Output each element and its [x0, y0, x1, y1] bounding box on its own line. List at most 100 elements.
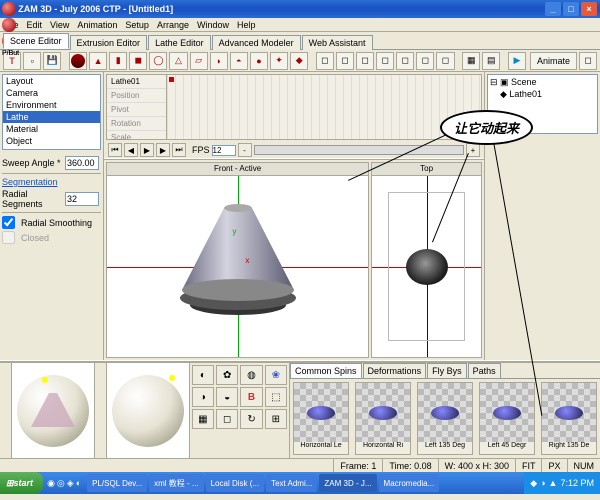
taskbar-app[interactable]: ZAM 3D - J... [319, 474, 376, 492]
tool-play[interactable]: ▶ [508, 52, 526, 70]
taskbar-app[interactable]: PL/SQL Dev... [87, 474, 147, 492]
taskbar-app[interactable]: Macromedia... [379, 474, 439, 492]
primitive-torus[interactable]: ◯ [149, 52, 167, 70]
spin-preset[interactable]: Horizontal Ri [355, 382, 411, 455]
tree-child[interactable]: ◆ Lathe01 [490, 88, 595, 101]
taskbar-app[interactable]: xml 教程 - ... [149, 474, 203, 492]
track-label[interactable]: Position [107, 89, 166, 103]
tool-extra-7[interactable]: ◻ [436, 52, 454, 70]
fps-input[interactable] [212, 145, 236, 156]
track-label[interactable]: Pivot [107, 103, 166, 117]
tab-web-assistant[interactable]: Web Assistant [302, 35, 373, 50]
tab-scene-editor[interactable]: Scene Editor [3, 33, 69, 49]
mtool[interactable]: ◍ [240, 365, 262, 385]
tl-scrollbar[interactable] [254, 145, 464, 155]
list-item[interactable]: Camera [3, 87, 100, 99]
list-item-selected[interactable]: Lathe [3, 111, 100, 123]
light-marker[interactable] [42, 377, 48, 383]
tool-extra-3[interactable]: ◻ [356, 52, 374, 70]
timeline-object[interactable]: Lathe01 [107, 75, 166, 89]
tray-icon[interactable]: ◑ [540, 478, 545, 488]
segmentation-header[interactable]: Segmentation [2, 177, 101, 187]
menu-setup[interactable]: Setup [125, 20, 149, 30]
light-marker[interactable] [169, 375, 175, 381]
status-px[interactable]: PX [541, 459, 566, 472]
mtool[interactable]: ◑ [192, 387, 214, 407]
menu-window[interactable]: Window [197, 20, 229, 30]
preview-sphere-2[interactable] [107, 363, 190, 458]
tray-icon[interactable]: ◆ [530, 478, 537, 489]
tab-advanced-modeler[interactable]: Advanced Modeler [212, 35, 301, 50]
start-button[interactable]: ⊞ start [0, 472, 43, 494]
menu-help[interactable]: Help [237, 20, 256, 30]
primitive-cube[interactable]: ◼ [129, 52, 147, 70]
mtool[interactable]: ◻ [216, 409, 238, 429]
close-button[interactable]: × [581, 2, 597, 16]
minimize-button[interactable]: _ [545, 2, 561, 16]
mtool[interactable]: ◐ [192, 365, 214, 385]
primitive-cone[interactable]: ▲ [89, 52, 107, 70]
status-fit[interactable]: FIT [515, 459, 542, 472]
maximize-button[interactable]: □ [563, 2, 579, 16]
menu-edit[interactable]: Edit [27, 20, 43, 30]
menu-animation[interactable]: Animation [77, 20, 117, 30]
tool-extra-1[interactable]: ◻ [316, 52, 334, 70]
viewport-front[interactable]: Front - Active x y [106, 162, 369, 358]
tl-next[interactable]: ▶ [156, 143, 170, 157]
tl-first[interactable]: ⏮ [108, 143, 122, 157]
primitive-plane[interactable]: ▱ [190, 52, 208, 70]
spin-preset[interactable]: Left 135 Deg [417, 382, 473, 455]
animate-button[interactable]: Animate [530, 52, 577, 70]
mtool[interactable]: ◒ [216, 387, 238, 407]
tool-layout-1[interactable]: ▦ [462, 52, 480, 70]
tl-play[interactable]: ▶ [140, 143, 154, 157]
tool-extra-6[interactable]: ◻ [416, 52, 434, 70]
tl-prev[interactable]: ◀ [124, 143, 138, 157]
ql-icon[interactable]: ◎ [57, 478, 65, 489]
tool-extra-4[interactable]: ◻ [376, 52, 394, 70]
radial-segments-input[interactable] [65, 192, 99, 206]
menu-view[interactable]: View [50, 20, 69, 30]
tl-zoom-out[interactable]: - [238, 143, 252, 157]
system-tray[interactable]: ◆ ◑ ▲ 7:12 PM [524, 472, 600, 494]
tool-extra-2[interactable]: ◻ [336, 52, 354, 70]
viewport-top[interactable]: Top [371, 162, 482, 358]
tool-new[interactable]: ▫ [23, 52, 41, 70]
primitive-cylinder[interactable]: ▮ [109, 52, 127, 70]
tool-last[interactable]: ◻ [579, 52, 597, 70]
spintab-deform[interactable]: Deformations [363, 363, 427, 378]
ql-icon[interactable]: ◐ [76, 478, 81, 489]
menu-arrange[interactable]: Arrange [157, 20, 189, 30]
tool-layout-2[interactable]: ▤ [482, 52, 500, 70]
track-label[interactable]: Rotation [107, 117, 166, 131]
splitter-horizontal[interactable] [104, 158, 484, 160]
tab-lathe-editor[interactable]: Lathe Editor [148, 35, 211, 50]
mtool[interactable]: B [240, 387, 262, 407]
list-item[interactable]: Environment [3, 99, 100, 111]
spin-preset[interactable]: Horizontal Le [293, 382, 349, 455]
tool-save[interactable]: 💾 [43, 52, 61, 70]
taskbar-app[interactable]: Text Admi... [266, 474, 317, 492]
primitive-star[interactable]: ✦ [270, 52, 288, 70]
list-item[interactable]: Material [3, 123, 100, 135]
mtool[interactable]: ✿ [216, 365, 238, 385]
list-item[interactable]: Layout [3, 75, 100, 87]
list-item[interactable]: Position [3, 147, 100, 150]
mtool[interactable]: ↻ [240, 409, 262, 429]
tray-clock[interactable]: 7:12 PM [560, 478, 594, 488]
lathe-object-front[interactable] [168, 190, 308, 330]
spintab-paths[interactable]: Paths [468, 363, 501, 378]
spintab-common[interactable]: Common Spins [290, 363, 362, 378]
tray-icon[interactable]: ▲ [549, 478, 558, 488]
timeline-grid[interactable] [167, 75, 481, 139]
sweep-angle-input[interactable] [65, 156, 99, 170]
spin-preset[interactable]: Right 135 De [541, 382, 597, 455]
radial-smoothing-checkbox[interactable] [2, 216, 15, 229]
mtool[interactable]: ▦ [192, 409, 214, 429]
primitive-prism[interactable]: ◆ [290, 52, 308, 70]
primitive-pyramid[interactable]: △ [169, 52, 187, 70]
tab-extrusion-editor[interactable]: Extrusion Editor [70, 35, 148, 50]
mtool[interactable]: ⬚ [265, 387, 287, 407]
primitive-capsule[interactable]: ● [250, 52, 268, 70]
primitive-tube[interactable]: ◗ [210, 52, 228, 70]
